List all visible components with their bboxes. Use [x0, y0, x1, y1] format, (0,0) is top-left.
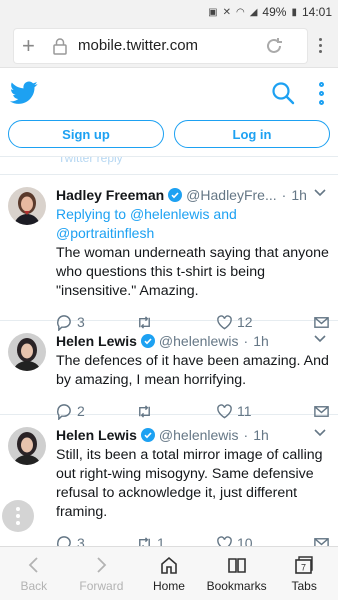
tweet-content: Helen Lewis @helenlewis · 1h Still, its … [56, 425, 330, 546]
lock-icon [53, 37, 67, 55]
tabs-icon: 7 [295, 555, 313, 574]
home-button[interactable]: Home [135, 547, 203, 600]
wifi-icon: ◠ [235, 6, 245, 18]
signal-icon: ◢ [249, 6, 258, 18]
separator-dot: · [281, 187, 287, 203]
tweet[interactable]: Helen Lewis @helenlewis · 1h Still, its … [0, 415, 338, 546]
tweet-text: The defences of it have been amazing. An… [56, 353, 329, 388]
status-bar: ▣ ✕ ◠ ◢ 49% ▮ 14:01 [0, 0, 338, 24]
twitter-header [0, 68, 338, 118]
chevron-right-icon [97, 556, 107, 573]
twitter-bird-icon[interactable] [10, 81, 38, 105]
bookmarks-label: Bookmarks [206, 578, 267, 593]
author-handle[interactable]: @helenlewis [159, 427, 239, 443]
new-tab-icon[interactable]: + [22, 34, 46, 57]
cutoff-previous-tweet: Twitter reply [0, 157, 338, 175]
cutoff-text: Twitter reply [58, 157, 123, 165]
signup-button[interactable]: Sign up [8, 120, 164, 148]
chevron-down-icon[interactable] [314, 335, 326, 343]
like-button[interactable]: 10 [216, 535, 306, 546]
avatar[interactable] [8, 187, 46, 225]
tweet-time[interactable]: 1h [291, 187, 307, 203]
chevron-down-icon[interactable] [314, 429, 326, 437]
home-icon [161, 556, 177, 574]
forward-button[interactable]: Forward [68, 547, 136, 600]
bookmarks-icon [227, 557, 246, 573]
bookmarks-button[interactable]: Bookmarks [203, 547, 271, 600]
avatar[interactable] [8, 427, 46, 465]
mute-icon: ✕ [222, 6, 231, 18]
heart-icon [217, 535, 232, 546]
home-label: Home [152, 578, 185, 593]
chevron-down-icon[interactable] [314, 189, 326, 197]
reload-icon[interactable] [263, 35, 285, 57]
retweet-icon [139, 536, 150, 546]
envelope-icon [314, 537, 329, 546]
clock: 14:01 [301, 5, 332, 19]
more-options-icon[interactable] [319, 81, 324, 105]
avatar[interactable] [8, 333, 46, 371]
tweet-content: Helen Lewis @helenlewis · 1h The defence… [56, 331, 330, 420]
like-count: 10 [237, 535, 253, 546]
tweet-header: Helen Lewis @helenlewis · 1h [56, 425, 330, 445]
back-button[interactable]: Back [0, 547, 68, 600]
mention-link[interactable]: @helenlewis [130, 206, 210, 222]
tweet-content: Hadley Freeman @HadleyFre... · 1h Replyi… [56, 185, 330, 331]
tabs-count: 7 [301, 562, 306, 572]
tweet-actions: 3 1 10 [56, 522, 330, 546]
author-name[interactable]: Hadley Freeman [56, 187, 164, 203]
forward-label: Forward [79, 578, 124, 593]
tabs-button[interactable]: 7 Tabs [270, 547, 338, 600]
floating-menu-button[interactable] [2, 500, 34, 532]
browser-toolbar: Back Forward Home Bookmarks 7 Tabs [0, 546, 338, 600]
verified-badge-icon [140, 428, 155, 442]
battery-percent: 49% [262, 5, 287, 19]
tweet-time[interactable]: 1h [253, 333, 269, 349]
tweet-time[interactable]: 1h [253, 427, 269, 443]
author-handle[interactable]: @helenlewis [159, 333, 239, 349]
replying-and: and [213, 206, 237, 222]
auth-buttons: Sign up Log in [0, 120, 338, 156]
tweet[interactable]: Helen Lewis @helenlewis · 1h The defence… [0, 321, 338, 420]
back-label: Back [20, 578, 48, 593]
author-name[interactable]: Helen Lewis [56, 333, 137, 349]
address-bar[interactable]: + mobile.twitter.com [14, 28, 307, 63]
retweet-count: 1 [157, 535, 165, 546]
tweet-header: Helen Lewis @helenlewis · 1h [56, 331, 330, 351]
battery-icon: ▮ [291, 6, 297, 18]
chevron-left-icon [28, 556, 38, 573]
tweet-text: Still, its been a total mirror image of … [56, 447, 323, 520]
tabs-label: Tabs [291, 578, 317, 593]
reply-count: 3 [77, 535, 85, 546]
reply-icon [57, 535, 71, 546]
separator-dot: · [243, 427, 249, 443]
verified-badge-icon [140, 334, 155, 348]
direct-message-button[interactable] [313, 535, 330, 546]
timeline[interactable]: Twitter reply Hadley Freeman @HadleyFre.… [0, 156, 338, 546]
url-text[interactable]: mobile.twitter.com [78, 37, 263, 54]
retweet-button[interactable]: 1 [136, 535, 216, 546]
reply-button[interactable]: 3 [56, 535, 136, 546]
browser-menu-icon[interactable] [317, 38, 324, 53]
author-handle[interactable]: @HadleyFre... [186, 187, 276, 203]
replying-prefix: Replying to [56, 206, 127, 222]
separator-dot: · [243, 333, 249, 349]
login-button[interactable]: Log in [174, 120, 330, 148]
author-name[interactable]: Helen Lewis [56, 427, 137, 443]
notification-icon: ▣ [208, 6, 218, 18]
search-icon[interactable] [271, 81, 295, 105]
mention-link[interactable]: @portraitinflesh [56, 225, 154, 241]
tweet-text: The woman underneath saying that anyone … [56, 245, 329, 299]
tweet-header: Hadley Freeman @HadleyFre... · 1h [56, 185, 330, 205]
replying-to: Replying to @helenlewis and @portraitinf… [56, 205, 330, 243]
verified-badge-icon [168, 188, 183, 202]
browser-bar: + mobile.twitter.com [0, 24, 338, 68]
tweet[interactable]: Hadley Freeman @HadleyFre... · 1h Replyi… [0, 175, 338, 331]
